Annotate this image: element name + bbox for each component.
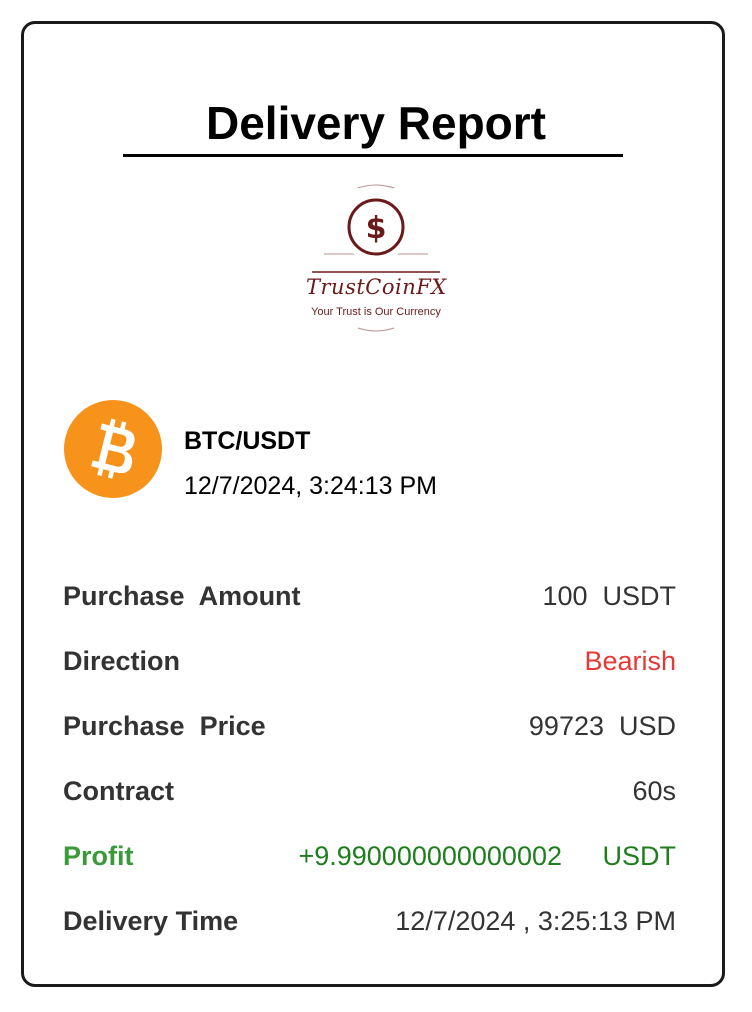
profit-unit: USDT: [602, 841, 677, 871]
contract-label: Contract: [63, 776, 175, 806]
purchase-price-row: Purchase Price 99723 USD: [63, 711, 676, 751]
direction-row: Direction Bearish: [63, 646, 676, 686]
purchase-amount-row: Purchase Amount 100 USDT: [63, 581, 676, 621]
purchase-price-value: 99723 USD: [528, 711, 676, 741]
delivery-time-value: 12/7/2024 , 3:25:13 PM: [395, 906, 676, 936]
trade-timestamp: 12/7/2024, 3:24:13 PM: [184, 472, 437, 500]
contract-value: 60s: [632, 776, 676, 806]
logo-tagline: Your Trust is Our Currency: [311, 306, 441, 318]
profit-amount: +9.990000000000002: [298, 841, 562, 871]
trading-pair: BTC/USDT: [184, 427, 311, 455]
title-underline: [123, 154, 623, 157]
direction-label: Direction: [63, 646, 181, 676]
trustcoinfx-logo: $ TrustCoinFX Your Trust is Our Currency: [306, 180, 446, 335]
page-title: Delivery Report: [205, 97, 546, 149]
purchase-price-label: Purchase Price: [63, 711, 266, 741]
purchase-amount-label: Purchase Amount: [63, 581, 301, 611]
logo-name: TrustCoinFX: [306, 275, 447, 299]
contract-row: Contract 60s: [63, 776, 676, 816]
profit-row: Profit +9.990000000000002 USDT: [63, 841, 676, 881]
purchase-amount-value: 100 USDT: [542, 581, 676, 611]
profit-label: Profit: [63, 841, 134, 871]
bitcoin-icon: [64, 400, 162, 498]
svg-text:$: $: [366, 211, 387, 246]
delivery-time-label: Delivery Time: [63, 906, 239, 936]
direction-value: Bearish: [584, 646, 676, 676]
delivery-time-row: Delivery Time 12/7/2024 , 3:25:13 PM: [63, 906, 676, 946]
